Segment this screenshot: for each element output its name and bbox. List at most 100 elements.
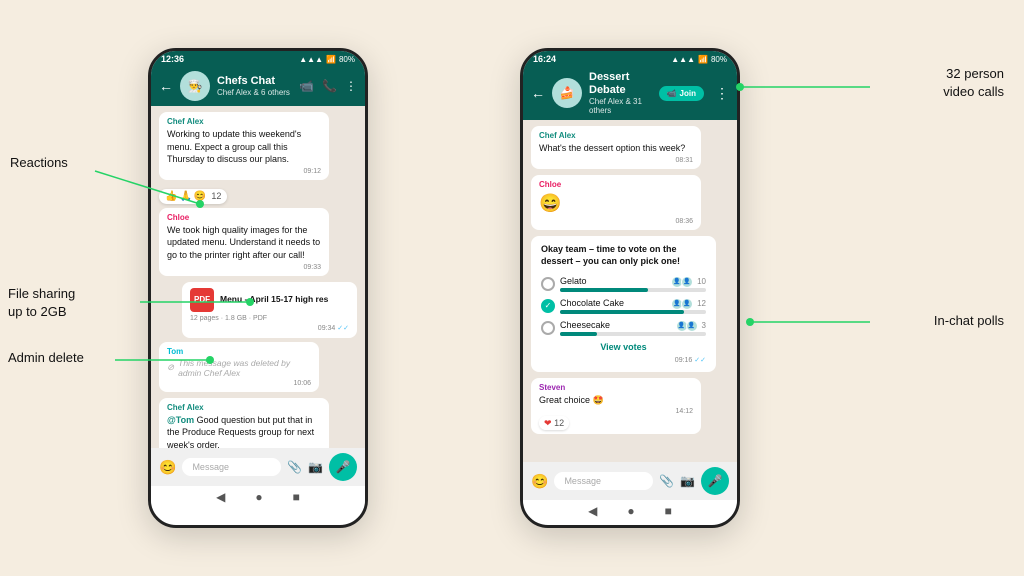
back-nav-right[interactable]: ◀ bbox=[588, 504, 597, 518]
file-sharing-text-1: File sharing bbox=[8, 285, 75, 303]
header-info-right: Dessert Debate Chef Alex & 31 others bbox=[589, 71, 652, 115]
avatar-left: 👨‍🍳 bbox=[180, 71, 210, 101]
join-label: Join bbox=[680, 89, 696, 98]
back-nav-left[interactable]: ◀ bbox=[216, 490, 225, 504]
avatar-right: 🍰 bbox=[552, 78, 582, 108]
sender-chef-alex: Chef Alex bbox=[167, 117, 321, 126]
poll-radio-chocolate[interactable] bbox=[541, 299, 555, 313]
msg-text-right-1: What's the dessert option this week? bbox=[539, 142, 693, 155]
header-info-left: Chefs Chat Chef Alex & 6 others bbox=[217, 75, 292, 97]
message-chloe: Chloe We took high quality images for th… bbox=[159, 208, 329, 276]
poll-gelato-content: Gelato 👤 👤 10 bbox=[560, 276, 706, 292]
view-votes-button[interactable]: View votes bbox=[541, 342, 706, 352]
poll-cheesecake-content: Cheesecake 👤 👤 3 bbox=[560, 320, 706, 336]
battery-right: 80% bbox=[711, 55, 727, 64]
message-right-chloe: Chloe 😄 08:36 bbox=[531, 175, 701, 230]
input-bar-left: 😊 Message 📎 📷 🎤 bbox=[151, 448, 365, 486]
poll-tick: ✓✓ bbox=[694, 357, 706, 364]
mini-avatar-6: 👤 bbox=[686, 320, 698, 332]
poll-radio-cheesecake[interactable] bbox=[541, 321, 555, 335]
phone-right: 16:24 ▲▲▲ 📶 80% ← 🍰 Dessert Debate Chef … bbox=[520, 48, 740, 528]
signal-icon: ▲▲▲ bbox=[299, 55, 323, 64]
join-button[interactable]: 📹 Join bbox=[659, 86, 704, 101]
attach-icon-left[interactable]: 📎 bbox=[287, 460, 302, 474]
poll-avatars-chocolate: 👤 👤 12 bbox=[671, 298, 706, 310]
poll-bar-fill-chocolate bbox=[560, 310, 684, 314]
bottom-nav-left: ◀ ● ■ bbox=[151, 486, 365, 508]
input-bar-right: 😊 Message 📎 📷 🎤 bbox=[523, 462, 737, 500]
reactions-label: Reactions bbox=[10, 155, 68, 170]
chat-header-left: ← 👨‍🍳 Chefs Chat Chef Alex & 6 others 📹 … bbox=[151, 66, 365, 106]
message-right-1: Chef Alex What's the dessert option this… bbox=[531, 126, 701, 169]
reactions-row[interactable]: 👍 🙏 😊 12 bbox=[159, 189, 227, 204]
phone-left: 12:36 ▲▲▲ 📶 80% ← 👨‍🍳 Chefs Chat Chef Al… bbox=[148, 48, 368, 528]
video-icon[interactable]: 📹 bbox=[299, 79, 314, 93]
menu-icon[interactable]: ⋮ bbox=[345, 79, 357, 93]
mini-avatar-4: 👤 bbox=[681, 298, 693, 310]
back-button-left[interactable]: ← bbox=[159, 78, 173, 94]
heart-count: 12 bbox=[554, 418, 564, 428]
deleted-content: This message was deleted by admin Chef A… bbox=[178, 358, 311, 378]
poll-bar-bg-chocolate bbox=[560, 310, 706, 314]
back-button-right[interactable]: ← bbox=[531, 85, 545, 101]
poll-count-cheesecake: 3 bbox=[702, 321, 706, 330]
bottom-nav-right: ◀ ● ■ bbox=[523, 500, 737, 522]
header-icons-left: 📹 📞 ⋮ bbox=[299, 79, 357, 93]
tick-icon: ✓✓ bbox=[337, 325, 349, 332]
camera-icon-left[interactable]: 📷 bbox=[308, 460, 323, 474]
home-nav-right[interactable]: ● bbox=[627, 504, 634, 518]
poll-label-gelato: Gelato bbox=[560, 276, 587, 286]
status-time-right: 16:24 bbox=[533, 54, 556, 64]
heart-icon: ❤ bbox=[544, 418, 552, 428]
message-input-left[interactable]: Message bbox=[182, 458, 281, 476]
sender-chloe: Chloe bbox=[167, 213, 321, 222]
msg-time-chloe: 09:33 bbox=[167, 264, 321, 271]
sender-chef-alex-2: Chef Alex bbox=[167, 403, 321, 412]
status-icons-left: ▲▲▲ 📶 80% bbox=[299, 55, 355, 64]
poll-option-cheesecake[interactable]: Cheesecake 👤 👤 3 bbox=[541, 320, 706, 336]
reaction-count: 12 bbox=[211, 191, 221, 201]
chat-sub-right: Chef Alex & 31 others bbox=[589, 97, 652, 115]
square-nav-right[interactable]: ■ bbox=[665, 504, 672, 518]
message-input-right[interactable]: Message bbox=[554, 472, 653, 490]
deleted-icon: ⊘ bbox=[167, 362, 174, 373]
file-meta: 12 pages · 1.8 GB · PDF bbox=[190, 315, 349, 322]
msg-text-1: Working to update this weekend's menu. E… bbox=[167, 128, 321, 166]
file-name: Menu - April 15-17 high res bbox=[220, 294, 328, 304]
emoji-icon-right[interactable]: 😊 bbox=[531, 473, 548, 490]
status-icons-right: ▲▲▲ 📶 80% bbox=[671, 55, 727, 64]
poll-radio-gelato[interactable] bbox=[541, 277, 555, 291]
msg-text-steven: Great choice 🤩 bbox=[539, 394, 693, 407]
poll-label-chocolate: Chocolate Cake bbox=[560, 298, 624, 308]
call-icon[interactable]: 📞 bbox=[322, 79, 337, 93]
poll-bar-fill-cheesecake bbox=[560, 332, 597, 336]
mic-button-left[interactable]: 🎤 bbox=[329, 453, 357, 481]
video-join-icon: 📹 bbox=[667, 89, 677, 98]
home-nav-left[interactable]: ● bbox=[255, 490, 262, 504]
reaction-thumbs: 👍 bbox=[165, 191, 177, 202]
msg-text-right-chloe: 😄 bbox=[539, 191, 693, 216]
poll-card: Okay team – time to vote on the dessert … bbox=[531, 236, 716, 371]
video-calls-text-1: 32 person bbox=[943, 65, 1004, 83]
msg-time-right-1: 08:31 bbox=[539, 157, 693, 164]
attach-icon-right[interactable]: 📎 bbox=[659, 474, 674, 488]
poll-bar-bg-gelato bbox=[560, 288, 706, 292]
square-nav-left[interactable]: ■ bbox=[293, 490, 300, 504]
poll-count-gelato: 10 bbox=[697, 277, 706, 286]
emoji-icon-left[interactable]: 😊 bbox=[159, 459, 176, 476]
poll-time: 09:16 ✓✓ bbox=[541, 356, 706, 364]
reaction-pray: 🙏 bbox=[179, 191, 191, 202]
sender-steven: Steven bbox=[539, 383, 693, 392]
heart-reaction[interactable]: ❤ 12 bbox=[539, 418, 693, 429]
camera-icon-right[interactable]: 📷 bbox=[680, 474, 695, 488]
chat-name-right: Dessert Debate bbox=[589, 71, 652, 97]
reaction-smile: 😊 bbox=[194, 191, 206, 202]
message-steven: Steven Great choice 🤩 14:12 ❤ 12 bbox=[531, 378, 701, 435]
message-chef-alex: Chef Alex Working to update this weekend… bbox=[159, 112, 329, 180]
mic-button-right[interactable]: 🎤 bbox=[701, 467, 729, 495]
poll-option-gelato[interactable]: Gelato 👤 👤 10 bbox=[541, 276, 706, 292]
file-message[interactable]: PDF Menu - April 15-17 high res 12 pages… bbox=[182, 282, 357, 338]
poll-option-chocolate[interactable]: Chocolate Cake 👤 👤 12 bbox=[541, 298, 706, 314]
msg-text-reply: @Tom Good question but put that in the P… bbox=[167, 414, 321, 452]
menu-icon-right[interactable]: ⋮ bbox=[715, 85, 729, 102]
